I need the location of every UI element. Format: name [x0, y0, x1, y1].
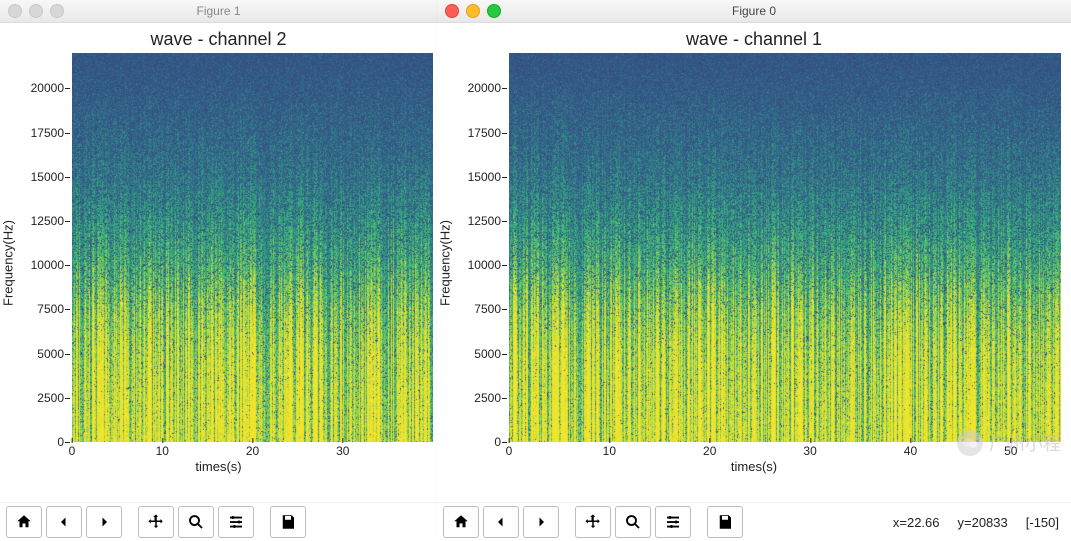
close-icon[interactable]	[445, 4, 459, 18]
save-button[interactable]	[270, 506, 306, 538]
titlebar[interactable]: Figure 0	[437, 0, 1071, 23]
y-tick-label: 17500	[18, 126, 64, 140]
x-tick-label: 10	[603, 444, 616, 458]
y-tick-label: 15000	[18, 170, 64, 184]
figure-window-0: Figure 0 wave - channel 1 Frequency(Hz) …	[437, 0, 1071, 541]
minimize-icon[interactable]	[466, 4, 480, 18]
y-tick-label: 12500	[455, 214, 501, 228]
y-tick-label: 12500	[18, 214, 64, 228]
spectrogram-canvas	[72, 53, 433, 442]
y-tick-label: 20000	[18, 81, 64, 95]
y-ticks: 02500500075001000012500150001750020000	[22, 53, 68, 442]
save-button[interactable]	[707, 506, 743, 538]
close-icon[interactable]	[8, 4, 22, 18]
maximize-icon[interactable]	[50, 4, 64, 18]
axes[interactable]	[72, 53, 433, 442]
y-tick-label: 5000	[455, 347, 501, 361]
y-tick-label: 10000	[455, 258, 501, 272]
x-tick-label: 20	[246, 444, 259, 458]
y-axis-label: Frequency(Hz)	[1, 220, 16, 306]
x-tick-label: 50	[1004, 444, 1017, 458]
pan-button[interactable]	[575, 506, 611, 538]
x-ticks: 0 10 20 30 40 50	[509, 444, 1061, 458]
plot-area[interactable]: wave - channel 1 Frequency(Hz) 025005000…	[437, 23, 1071, 502]
x-tick-label: 20	[703, 444, 716, 458]
y-tick-label: 5000	[18, 347, 64, 361]
y-tick-label: 0	[455, 435, 501, 449]
chart-title: wave - channel 1	[437, 29, 1071, 50]
x-tick-label: 0	[506, 444, 513, 458]
back-button[interactable]	[483, 506, 519, 538]
configure-button[interactable]	[655, 506, 691, 538]
y-tick-label: 2500	[18, 391, 64, 405]
y-tick-label: 15000	[455, 170, 501, 184]
x-tick-label: 30	[336, 444, 349, 458]
y-tick-label: 0	[18, 435, 64, 449]
zoom-button[interactable]	[178, 506, 214, 538]
x-ticks: 0 10 20 30	[72, 444, 433, 458]
zoom-button[interactable]	[615, 506, 651, 538]
axes[interactable]	[509, 53, 1061, 442]
window-title: Figure 0	[437, 4, 1071, 18]
plot-area[interactable]: wave - channel 2 Frequency(Hz) 025005000…	[0, 23, 437, 502]
x-tick-label: 40	[904, 444, 917, 458]
y-tick-label: 7500	[18, 302, 64, 316]
status-x: x=22.66	[893, 515, 940, 530]
x-tick-label: 10	[156, 444, 169, 458]
configure-button[interactable]	[218, 506, 254, 538]
back-button[interactable]	[46, 506, 82, 538]
status-y: y=20833	[958, 515, 1008, 530]
status-extra: [-150]	[1026, 515, 1059, 530]
forward-button[interactable]	[86, 506, 122, 538]
y-tick-label: 20000	[455, 81, 501, 95]
home-button[interactable]	[443, 506, 479, 538]
y-tick-label: 7500	[455, 302, 501, 316]
pan-button[interactable]	[138, 506, 174, 538]
x-axis-label: times(s)	[437, 459, 1071, 474]
spectrogram-canvas	[509, 53, 1061, 442]
matplotlib-toolbar: x=22.66 y=20833 [-150]	[437, 502, 1071, 541]
window-title: Figure 1	[0, 4, 437, 18]
y-axis-label: Frequency(Hz)	[438, 220, 453, 306]
titlebar[interactable]: Figure 1	[0, 0, 437, 23]
matplotlib-toolbar	[0, 502, 437, 541]
home-button[interactable]	[6, 506, 42, 538]
forward-button[interactable]	[523, 506, 559, 538]
chart-title: wave - channel 2	[0, 29, 437, 50]
y-tick-label: 17500	[455, 126, 501, 140]
x-axis-label: times(s)	[0, 459, 437, 474]
minimize-icon[interactable]	[29, 4, 43, 18]
x-tick-label: 30	[803, 444, 816, 458]
figure-window-1: Figure 1 wave - channel 2 Frequency(Hz) …	[0, 0, 437, 541]
y-tick-label: 2500	[455, 391, 501, 405]
maximize-icon[interactable]	[487, 4, 501, 18]
y-tick-label: 10000	[18, 258, 64, 272]
x-tick-label: 0	[69, 444, 76, 458]
cursor-status: x=22.66 y=20833 [-150]	[893, 515, 1065, 530]
y-ticks: 02500500075001000012500150001750020000	[459, 53, 505, 442]
